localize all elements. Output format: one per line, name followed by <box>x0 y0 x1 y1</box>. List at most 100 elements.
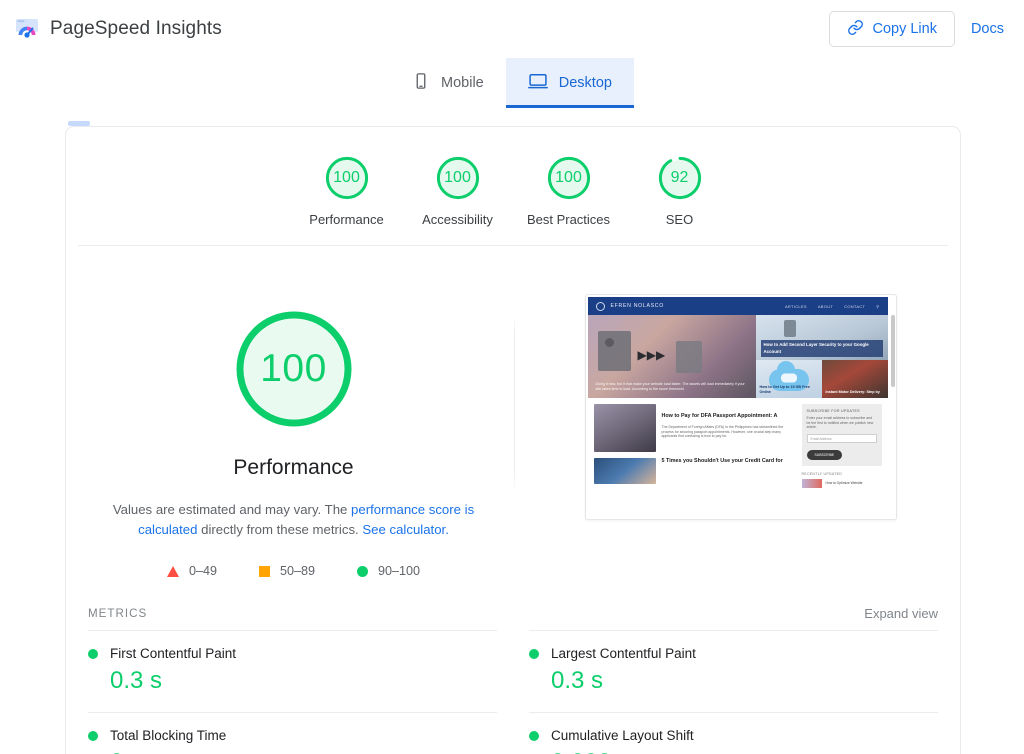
metric-largest-contentful-paint[interactable]: Largest Contentful Paint 0.3 s <box>529 630 938 712</box>
desc-text-2: directly from these metrics. <box>197 522 362 537</box>
metric-label: Cumulative Layout Shift <box>551 728 694 743</box>
copy-link-button[interactable]: Copy Link <box>829 11 954 47</box>
screenshot-navbar: EFREN NOLASCO ARTICLES ABOUT CONTACT ⚲ <box>588 297 888 315</box>
nav-link: ARTICLES <box>785 304 807 309</box>
performance-section: 100 Performance Values are estimated and… <box>66 246 960 578</box>
docs-link[interactable]: Docs <box>971 21 1007 37</box>
hero-side-posts: How to Add Second Layer Security to your… <box>756 315 888 398</box>
site-logo-icon <box>596 302 605 311</box>
score-value: 92 <box>671 169 689 187</box>
post-motor-delivery: Instant Motor Delivery: Step by <box>822 360 888 398</box>
metrics-grid: First Contentful Paint 0.3 s Largest Con… <box>66 630 960 754</box>
score-gauge-ring: 100 <box>546 155 592 201</box>
article-title: 5 Times you Shouldn't Use your Credit Ca… <box>662 458 783 484</box>
header-actions: Copy Link Docs <box>829 11 1007 47</box>
recent-title: RECENTLY UPDATED <box>802 472 882 476</box>
phone-graphic <box>784 320 796 337</box>
article-thumbnail <box>594 404 656 452</box>
subscribe-button: SUBSCRIBE <box>807 450 843 460</box>
screenshot-nav-links: ARTICLES ABOUT CONTACT ⚲ <box>785 304 880 309</box>
subscribe-widget: SUBSCRIBE FOR UPDATES Enter your email a… <box>802 404 882 466</box>
screenshot-site-name: EFREN NOLASCO <box>611 303 665 309</box>
recent-thumbnail <box>802 479 822 488</box>
website-screenshot: EFREN NOLASCO ARTICLES ABOUT CONTACT ⚲ <box>585 294 897 520</box>
article-title: How to Pay for DFA Passport Appointment:… <box>662 413 778 419</box>
circle-icon <box>357 566 368 577</box>
status-badge <box>529 649 539 659</box>
expand-view-toggle[interactable]: Expand view <box>864 606 938 621</box>
tab-mobile[interactable]: Mobile <box>390 58 506 108</box>
copy-link-label: Copy Link <box>872 21 936 37</box>
recent-label: How to Optimize Website <box>826 481 863 485</box>
page-title: PageSpeed Insights <box>50 18 222 40</box>
screenshot-hero: ▶▶▶ Doing it now, but it that make your … <box>588 315 888 398</box>
tab-desktop[interactable]: Desktop <box>506 58 634 108</box>
category-score-row: 100 Performance 100 Accessibility <box>66 127 960 245</box>
results-card: 100 Performance 100 Accessibility <box>65 126 961 754</box>
legend-item-fail: 0–49 <box>167 564 217 578</box>
nav-link: ABOUT <box>818 304 833 309</box>
performance-summary: 100 Performance Values are estimated and… <box>66 286 521 578</box>
article-list: How to Pay for DFA Passport Appointment:… <box>594 404 796 490</box>
category-score-performance[interactable]: 100 Performance <box>291 155 402 227</box>
hero-featured-post: ▶▶▶ Doing it now, but it that make your … <box>588 315 756 398</box>
metric-cumulative-layout-shift[interactable]: Cumulative Layout Shift 0.002 <box>529 712 938 754</box>
legend-range: 90–100 <box>378 564 420 578</box>
legend-item-pass: 90–100 <box>357 564 420 578</box>
score-gauge-ring: 100 <box>435 155 481 201</box>
see-calculator-link[interactable]: See calculator. <box>362 522 449 537</box>
square-icon <box>259 566 270 577</box>
article-excerpt: The Department of Foreign Affairs (DFA) … <box>662 425 796 439</box>
people-graphic <box>781 374 797 383</box>
form-factor-tabs: Mobile Desktop <box>0 58 1024 108</box>
post-cloud-storage: How to Get Up to 15 GB Free Online <box>756 360 822 398</box>
category-score-best-practices[interactable]: 100 Best Practices <box>513 155 624 227</box>
score-label: Best Practices <box>527 212 610 227</box>
brand: PageSpeed Insights <box>14 16 222 42</box>
score-value: 100 <box>555 169 582 187</box>
page-body: 100 Performance 100 Accessibility <box>0 126 1024 754</box>
performance-title: Performance <box>233 456 353 480</box>
subscribe-text: Enter your email address to subscribe an… <box>807 416 877 430</box>
metrics-header: METRICS Expand view <box>66 592 960 621</box>
hero-caption: Doing it now, but it that make your webs… <box>596 382 750 392</box>
score-gauge-ring: 92 <box>657 155 703 201</box>
loading-bar-remnant <box>68 121 90 126</box>
subscribe-title: SUBSCRIBE FOR UPDATES <box>807 409 877 413</box>
screenshot-body: How to Pay for DFA Passport Appointment:… <box>588 398 888 490</box>
post-title: Instant Motor Delivery: Step by <box>826 390 884 395</box>
post-title: How to Add Second Layer Security to your… <box>761 340 883 357</box>
metric-total-blocking-time[interactable]: Total Blocking Time 0 ms <box>88 712 497 754</box>
status-badge <box>88 649 98 659</box>
tab-desktop-label: Desktop <box>559 75 612 91</box>
score-label: Performance <box>309 212 383 227</box>
app-header: PageSpeed Insights Copy Link Docs <box>0 0 1024 58</box>
nav-link: CONTACT <box>844 304 865 309</box>
article-thumbnail <box>594 458 656 484</box>
mobile-phone-icon <box>412 72 430 94</box>
document-graphic <box>676 341 702 373</box>
list-item: 5 Times you Shouldn't Use your Credit Ca… <box>594 458 796 484</box>
category-score-seo[interactable]: 92 SEO <box>624 155 735 227</box>
legend-range: 0–49 <box>189 564 217 578</box>
status-badge <box>88 731 98 741</box>
score-legend: 0–49 50–89 90–100 <box>167 564 420 578</box>
screenshot-scrollbar <box>891 315 895 387</box>
metric-label: Total Blocking Time <box>110 728 226 743</box>
performance-score-value: 100 <box>260 347 327 391</box>
category-score-accessibility[interactable]: 100 Accessibility <box>402 155 513 227</box>
tab-mobile-label: Mobile <box>441 75 484 91</box>
score-label: SEO <box>666 212 693 227</box>
metric-first-contentful-paint[interactable]: First Contentful Paint 0.3 s <box>88 630 497 712</box>
search-icon: ⚲ <box>876 304 879 309</box>
document-graphic <box>598 331 631 371</box>
pagespeed-gauge-icon <box>14 16 40 42</box>
recent-item: How to Optimize Website <box>802 479 882 488</box>
email-field: Email Address <box>807 434 877 443</box>
status-badge <box>529 731 539 741</box>
metric-label: Largest Contentful Paint <box>551 646 696 661</box>
metric-label: First Contentful Paint <box>110 646 236 661</box>
screenshot-sidebar: SUBSCRIBE FOR UPDATES Enter your email a… <box>802 404 882 490</box>
score-value: 100 <box>333 169 360 187</box>
legend-range: 50–89 <box>280 564 315 578</box>
